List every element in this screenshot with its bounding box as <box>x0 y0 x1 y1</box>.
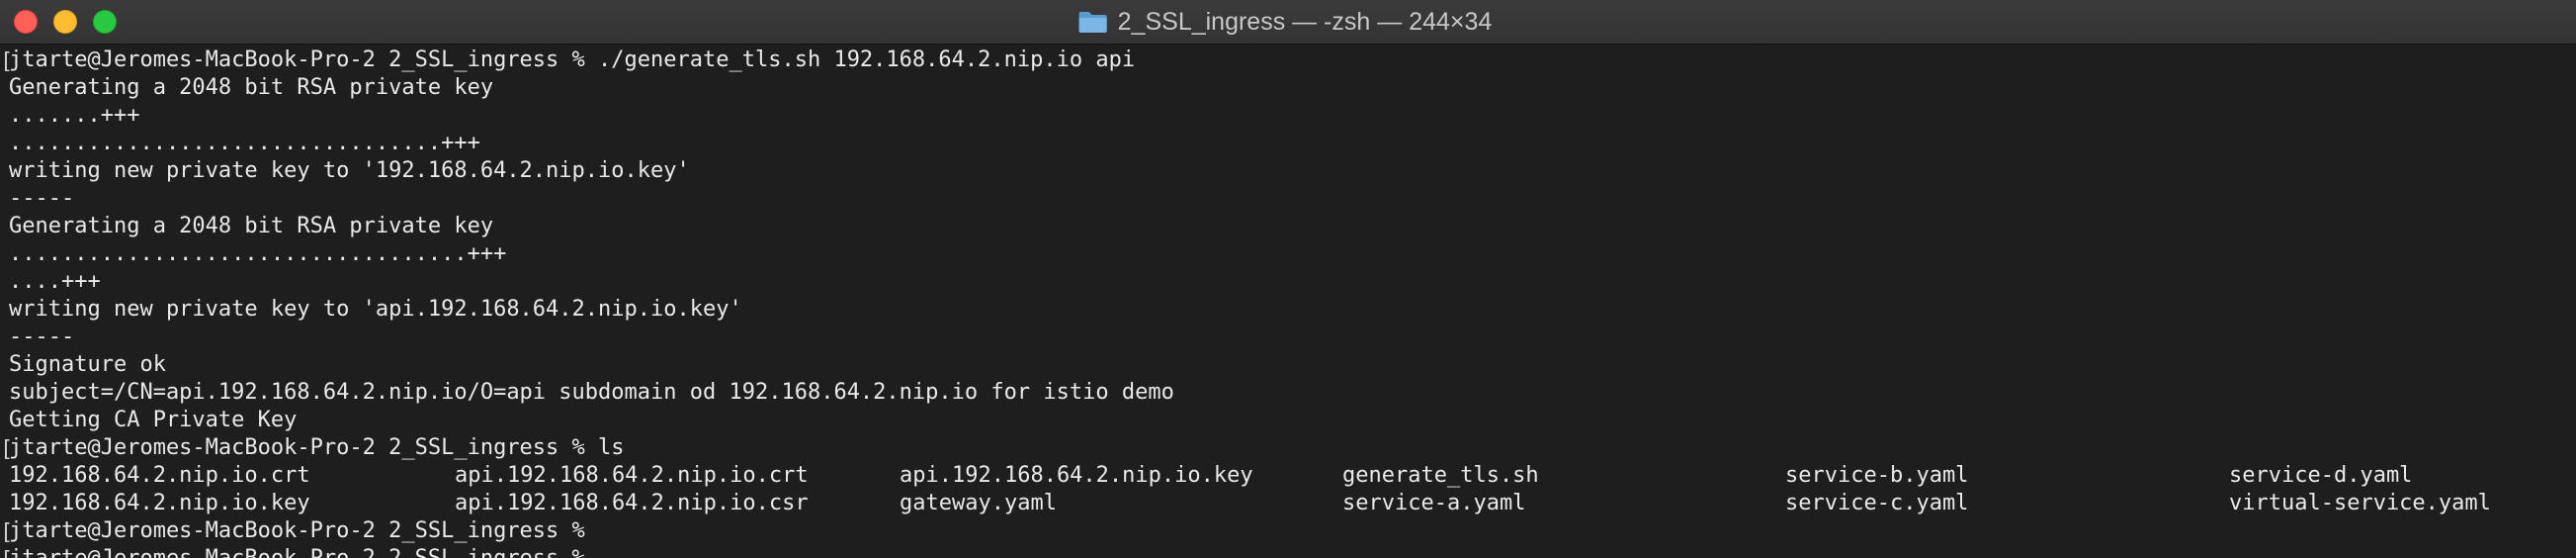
close-button[interactable] <box>14 10 38 34</box>
terminal-window: 2_SSL_ingress — -zsh — 244×34 [jtarte@Je… <box>0 0 2576 558</box>
file-name: 192.168.64.2.nip.io.key <box>9 491 310 515</box>
line-text: ....+++ <box>9 269 101 294</box>
mark-bracket-icon: [ <box>0 547 13 558</box>
minimize-button[interactable] <box>53 10 77 34</box>
output-line: ....+++ <box>0 268 2576 296</box>
output-line: Generating a 2048 bit RSA private key <box>0 213 2576 240</box>
output-line: ----- <box>0 324 2576 351</box>
mark-bracket-icon: [ <box>0 49 14 74</box>
output-line: subject=/CN=api.192.168.64.2.nip.io/O=ap… <box>0 379 2576 407</box>
file-name: virtual-service.yaml <box>2229 491 2491 515</box>
file-name: api.192.168.64.2.nip.io.csr <box>455 491 809 515</box>
line-text: Getting CA Private Key <box>9 408 298 432</box>
prompt-line: [jtarte@Jeromes-MacBook-Pro-2 2_SSL_ingr… <box>0 434 2576 462</box>
output-line: .................................+++ <box>0 130 2576 157</box>
file-name: service-a.yaml <box>1342 491 1526 515</box>
line-text: Generating a 2048 bit RSA private key <box>9 75 494 100</box>
output-line: writing new private key to 'api.192.168.… <box>0 296 2576 324</box>
output-line: Getting CA Private Key <box>0 407 2576 434</box>
line-text: ...................................+++ <box>9 241 507 266</box>
file-name: 192.168.64.2.nip.io.crt <box>9 463 310 488</box>
maximize-button[interactable] <box>93 10 117 34</box>
file-name: service-c.yaml <box>1785 491 1969 515</box>
line-text: writing new private key to 'api.192.168.… <box>9 297 742 322</box>
ls-row: 192.168.64.2.nip.io.key api.192.168.64.2.… <box>0 490 2576 517</box>
output-line: Signature ok <box>0 351 2576 379</box>
file-name: gateway.yaml <box>900 491 1057 515</box>
prompt-line: [jtarte@Jeromes-MacBook-Pro-2 2_SSL_ingr… <box>0 46 2576 74</box>
line-text: .......+++ <box>9 103 140 128</box>
line-text: Generating a 2048 bit RSA private key <box>9 214 494 238</box>
mark-bracket-icon: [ <box>0 437 14 462</box>
line-text: Signature ok <box>9 352 166 377</box>
line-text: jtarte@Jeromes-MacBook-Pro-2 2_SSL_ingre… <box>9 47 1136 72</box>
line-text: writing new private key to '192.168.64.2… <box>9 158 690 183</box>
prompt-line: [jtarte@Jeromes-MacBook-Pro-2 2_SSL_ingr… <box>0 545 2576 558</box>
window-title: 2_SSL_ingress — -zsh — 244×34 <box>1078 0 1493 44</box>
output-line: Generating a 2048 bit RSA private key <box>0 74 2576 102</box>
folder-icon <box>1078 12 1107 33</box>
ls-row: 192.168.64.2.nip.io.crt api.192.168.64.2.… <box>0 462 2576 490</box>
output-line: .......+++ <box>0 102 2576 130</box>
output-line: ...................................+++ <box>0 240 2576 268</box>
line-text: .................................+++ <box>9 131 480 155</box>
output-line: writing new private key to '192.168.64.2… <box>0 157 2576 185</box>
terminal-output[interactable]: [jtarte@Jeromes-MacBook-Pro-2 2_SSL_ingr… <box>0 46 2576 558</box>
file-name: service-b.yaml <box>1785 463 1969 488</box>
prompt-line: [jtarte@Jeromes-MacBook-Pro-2 2_SSL_ingr… <box>0 517 2576 545</box>
title-bar[interactable]: 2_SSL_ingress — -zsh — 244×34 <box>0 0 2576 45</box>
output-line: ----- <box>0 185 2576 213</box>
line-text: ----- <box>9 186 75 211</box>
line-text: jtarte@Jeromes-MacBook-Pro-2 2_SSL_ingre… <box>9 546 598 558</box>
file-name: service-d.yaml <box>2229 463 2413 488</box>
mark-bracket-icon: [ <box>0 520 14 545</box>
line-text: ----- <box>9 325 75 349</box>
file-name: api.192.168.64.2.nip.io.key <box>900 463 1253 488</box>
line-text: subject=/CN=api.192.168.64.2.nip.io/O=ap… <box>9 380 1174 405</box>
line-text: jtarte@Jeromes-MacBook-Pro-2 2_SSL_ingre… <box>9 518 599 543</box>
file-name: generate_tls.sh <box>1342 463 1539 488</box>
line-text: jtarte@Jeromes-MacBook-Pro-2 2_SSL_ingre… <box>9 435 625 460</box>
window-title-text: 2_SSL_ingress — -zsh — 244×34 <box>1117 7 1493 36</box>
file-name: api.192.168.64.2.nip.io.crt <box>455 463 809 488</box>
